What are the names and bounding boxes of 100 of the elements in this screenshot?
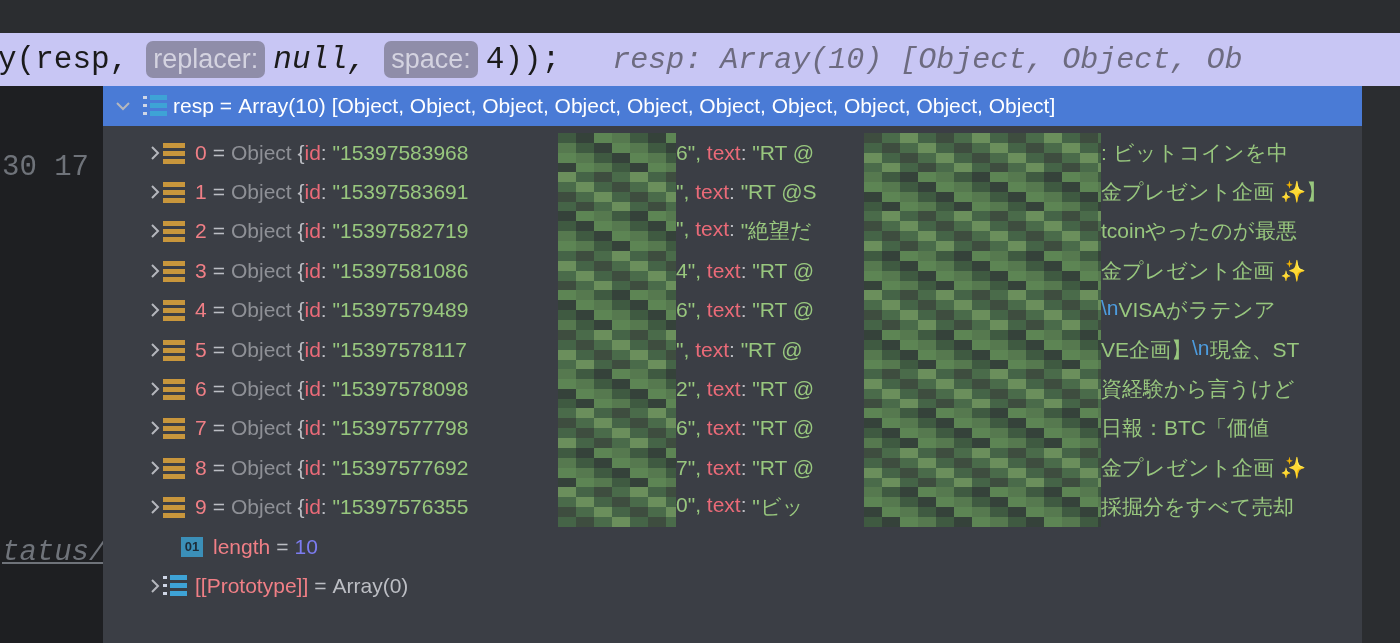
equals-text: = <box>212 258 225 283</box>
tree-row[interactable]: 5 = Object {id: "15397578117 ", text: "RT @ VE企画】\n現金、ST <box>103 329 1362 370</box>
colon-text: : <box>320 495 328 520</box>
brace-text: { <box>297 258 305 283</box>
object-icon <box>163 456 185 479</box>
string-text: 資経験から言うけど <box>1101 376 1295 403</box>
tree-row[interactable]: resp = Array(10) [Object, Object, Object, Object, Object, Object, Object, Object, Object, Object] <box>103 86 1362 126</box>
property-name: length <box>213 534 271 559</box>
key-text: text <box>695 180 729 205</box>
brace-text: { <box>297 416 305 441</box>
brace-text: { <box>297 495 305 520</box>
string-text: "15397578117 <box>332 337 467 362</box>
tree-row[interactable]: 8 = Object {id: "15397577692 7", text: "RT @ 金プレゼント企画 ✨ <box>103 448 1362 488</box>
object-icon <box>163 220 185 243</box>
object-icon <box>163 378 185 401</box>
tree-row[interactable]: 3 = Object {id: "15397581086 4", text: "RT @ 金プレゼント企画 ✨ <box>103 251 1362 291</box>
key-text: id <box>304 495 321 520</box>
tree-row[interactable]: [[Prototype]] = Array(0) <box>103 566 1362 606</box>
string-text: "RT @ <box>752 377 815 402</box>
string-text: VE企画】 <box>1101 336 1192 363</box>
string-text: ", <box>676 337 691 362</box>
code-link[interactable]: tatus/ <box>2 536 107 569</box>
type-text: Object <box>230 495 293 520</box>
brace-text: { <box>297 140 305 165</box>
string-text: "15397581086 <box>332 258 469 283</box>
parameter-hint: space: <box>384 41 478 78</box>
string-text: 金プレゼント企画 ✨】 <box>1101 179 1327 206</box>
string-text: ", <box>676 217 691 243</box>
index-text: 8 <box>195 455 207 480</box>
equals-text: = <box>212 455 225 480</box>
string-text: VISAがラテンア <box>1118 297 1277 324</box>
key-text: text <box>706 377 741 402</box>
property-name: [[Prototype]] <box>195 574 309 598</box>
string-text: "15397577798 <box>332 416 469 441</box>
colon-text: : <box>729 217 736 243</box>
brace-text: { <box>297 377 305 402</box>
string-text: 7", <box>676 455 702 480</box>
number-value: 10 <box>294 534 318 559</box>
line-number-text: 30 17 <box>2 151 89 184</box>
key-text: id <box>304 180 321 205</box>
tree-row[interactable]: 4 = Object {id: "15397579489 6", text: "RT @ \nVISAがラテンア <box>103 290 1362 330</box>
string-text: "ビッ <box>752 494 804 521</box>
string-text: "15397578098 <box>332 377 469 402</box>
string-text: "15397583691 <box>332 180 469 205</box>
colon-text: : <box>740 455 748 480</box>
string-text: : ビットコインを中 <box>1101 139 1288 166</box>
string-text: 金プレゼント企画 ✨ <box>1101 257 1306 284</box>
colon-text: : <box>740 493 748 519</box>
tree-row[interactable]: 6 = Object {id: "15397578098 2", text: "RT @ 資経験から言うけど <box>103 369 1362 409</box>
variable-text: resp <box>173 94 214 118</box>
type-text: Object <box>230 298 293 323</box>
equals-text: = <box>212 140 225 165</box>
key-text: text <box>706 455 741 480</box>
value-preview: [Object, Object, Object, Object, Object, Object, Object, Object, Object, Object] <box>331 94 1056 118</box>
key-text: text <box>706 140 741 165</box>
tree-row[interactable]: 2 = Object {id: "15397582719 ", text: "絶望だ tcoinやったのが最悪 <box>103 211 1362 252</box>
array-icon <box>163 574 187 598</box>
object-icon <box>163 338 185 361</box>
tree-row[interactable]: 7 = Object {id: "15397577798 6", text: "RT @ 日報：BTC「価値 <box>103 408 1362 449</box>
colon-text: : <box>740 416 748 441</box>
tree-row[interactable]: 9 = Object {id: "15397576355 0", text: "ビッ 採掘分をすべて売却 <box>103 487 1362 527</box>
type-text: Object <box>230 258 293 283</box>
key-text: id <box>304 455 321 480</box>
equals-text: = <box>212 219 225 244</box>
index-text: 6 <box>195 377 207 402</box>
equals-text: = <box>212 495 225 520</box>
colon-text: : <box>320 140 328 165</box>
parameter-hint: replacer: <box>146 41 266 78</box>
string-text: 採掘分をすべて売却 <box>1101 494 1294 521</box>
key-text: text <box>706 298 741 323</box>
type-text: Object <box>230 219 293 244</box>
variable-text: Array(10) <box>238 94 326 118</box>
object-icon <box>163 141 185 164</box>
object-icon <box>163 181 185 204</box>
object-icon <box>163 259 185 282</box>
key-text: id <box>304 140 321 165</box>
key-text: text <box>706 493 741 519</box>
colon-text: : <box>740 140 748 165</box>
string-text: 現金、ST <box>1209 336 1300 363</box>
colon-text: : <box>729 337 736 362</box>
escape-text: \n <box>1192 335 1210 359</box>
brace-text: { <box>297 337 305 362</box>
key-text: id <box>304 337 321 362</box>
string-text: 2", <box>676 377 702 402</box>
equals-text: = <box>219 94 233 118</box>
type-text: Object <box>230 140 293 165</box>
colon-text: : <box>320 455 328 480</box>
index-text: 2 <box>195 219 207 244</box>
string-text: "絶望だ <box>740 218 813 245</box>
code-text: null, <box>273 42 367 77</box>
tree-row[interactable]: 0 = Object {id: "15397583968 6", text: "RT @ : ビットコインを中 <box>103 133 1362 173</box>
string-text: "15397583968 <box>332 140 469 165</box>
brace-text: { <box>297 219 305 244</box>
colon-text: : <box>320 298 328 323</box>
string-text: "15397579489 <box>332 298 469 323</box>
key-text: id <box>304 377 321 402</box>
tree-row[interactable]: 1 = Object {id: "15397583691 ", text: "RT @S 金プレゼント企画 ✨】 <box>103 172 1362 212</box>
string-text: "RT @ <box>752 258 815 283</box>
inline-value: resp: Array(10) [Object, Object, Ob <box>612 42 1243 77</box>
string-text: "RT @S <box>740 180 817 205</box>
